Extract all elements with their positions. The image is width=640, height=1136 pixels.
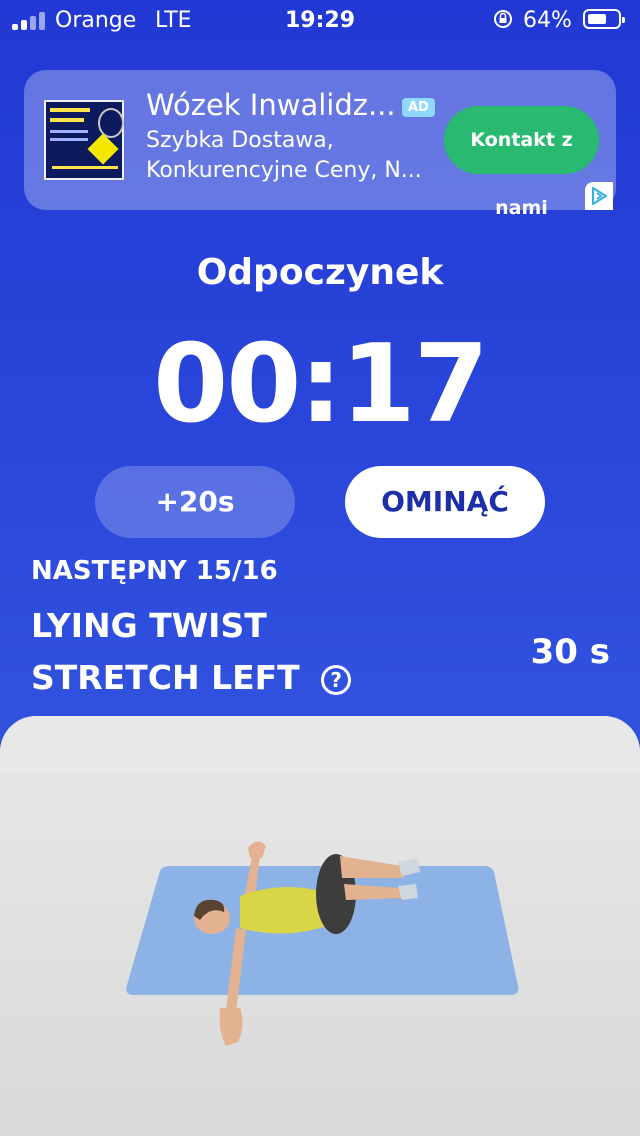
next-exercise-name-part: STRETCH LEFT — [31, 658, 300, 697]
status-bar: Orange LTE 19:29 64% — [0, 0, 640, 44]
ad-badge: AD — [402, 98, 435, 117]
ad-choices-icon[interactable] — [585, 182, 613, 210]
battery-icon — [583, 9, 625, 29]
next-exercise-name-line2: STRETCH LEFT ? — [31, 658, 352, 697]
next-exercise-duration: 30 s — [530, 632, 610, 672]
torso — [240, 887, 326, 934]
rest-screen: Orange LTE 19:29 64% Wózek Inwalidz... A… — [0, 0, 640, 1136]
ad-title[interactable]: Wózek Inwalidz... — [146, 88, 396, 122]
ad-image[interactable] — [44, 100, 124, 180]
ad-banner[interactable]: Wózek Inwalidz... AD Szybka Dostawa, Kon… — [24, 70, 616, 219]
skip-button[interactable]: OMINĄĆ — [345, 466, 545, 538]
exercise-illustration — [126, 841, 519, 1046]
next-exercise-name: LYING TWIST — [31, 606, 267, 645]
ad-contact-button[interactable]: Kontakt z nami — [444, 106, 599, 219]
help-icon[interactable]: ? — [321, 664, 352, 695]
legs — [340, 856, 404, 878]
rotation-lock-icon — [494, 10, 512, 28]
countdown-timer: 00:17 — [153, 322, 489, 447]
ad-description-line: Konkurencyjne Ceny, N... — [146, 158, 422, 183]
ad-description[interactable]: Szybka Dostawa, Konkurencyjne Ceny, N... — [146, 126, 436, 186]
next-exercise-label: NASTĘPNY 15/16 — [31, 556, 278, 586]
exercise-illustration-panel — [0, 716, 640, 1136]
rest-title: Odpoczynek — [196, 252, 444, 293]
add-20s-button[interactable]: +20s — [95, 466, 295, 538]
ad-description-line: Szybka Dostawa, — [146, 128, 334, 153]
battery-percent: 64% — [523, 8, 572, 33]
